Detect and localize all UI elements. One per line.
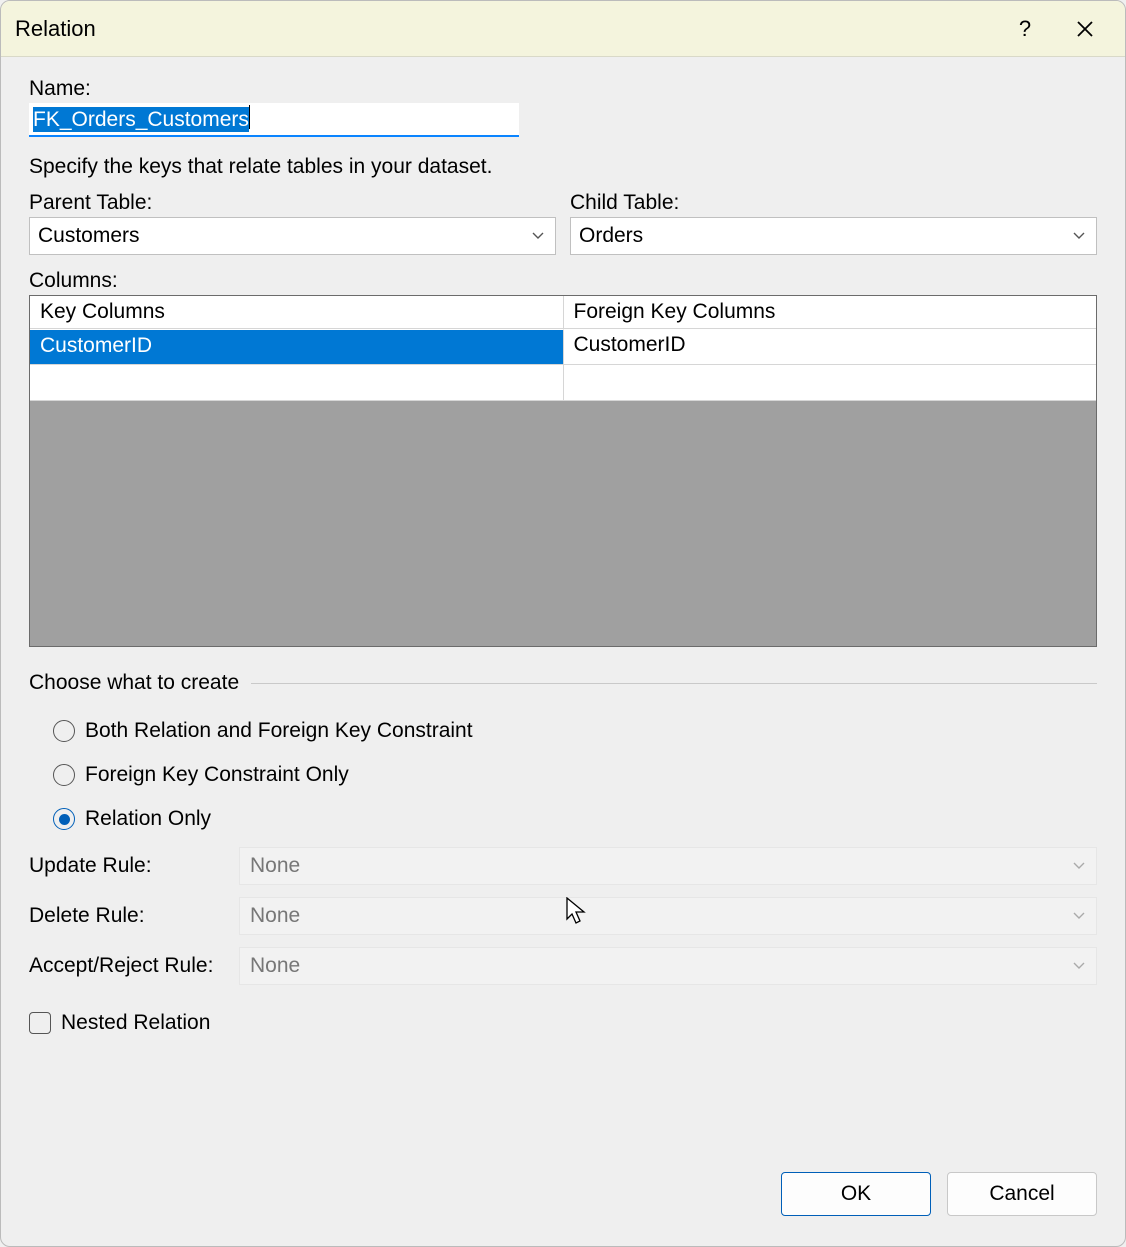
rules-section: Update Rule: None Delete Rule: None Acce… <box>29 847 1097 997</box>
radio-fk-only[interactable]: Foreign Key Constraint Only <box>29 753 1097 797</box>
help-button[interactable]: ? <box>995 9 1055 49</box>
radio-icon <box>53 720 75 742</box>
parent-table-combo[interactable]: Customers <box>29 217 556 255</box>
create-group: Choose what to create Both Relation and … <box>29 671 1097 841</box>
group-title: Choose what to create <box>29 671 239 695</box>
grid-cell-fk[interactable]: CustomerID <box>564 329 1097 365</box>
name-input-selection: FK_Orders_Customers <box>33 107 249 132</box>
radio-both[interactable]: Both Relation and Foreign Key Constraint <box>29 709 1097 753</box>
name-input[interactable]: FK_Orders_Customers <box>29 103 519 137</box>
dialog-title: Relation <box>11 16 995 42</box>
child-table-value: Orders <box>579 224 643 248</box>
grid-cell-key[interactable] <box>30 365 564 401</box>
radio-label: Relation Only <box>85 807 211 831</box>
columns-label: Columns: <box>29 269 1097 293</box>
close-icon <box>1076 20 1094 38</box>
table-row[interactable]: CustomerID CustomerID <box>30 329 1096 365</box>
close-button[interactable] <box>1055 9 1115 49</box>
nested-relation-label: Nested Relation <box>61 1011 210 1035</box>
cancel-button-label: Cancel <box>989 1182 1054 1206</box>
grid-body: CustomerID CustomerID <box>30 329 1096 401</box>
parent-table-label: Parent Table: <box>29 191 556 215</box>
checkbox-icon <box>29 1012 51 1034</box>
tables-row: Parent Table: Customers Child Table: Ord… <box>29 191 1097 255</box>
dialog-buttons: OK Cancel <box>29 1152 1097 1226</box>
titlebar: Relation ? <box>1 1 1125 57</box>
name-label: Name: <box>29 77 1097 101</box>
accept-rule-combo: None <box>239 947 1097 985</box>
delete-rule-value: None <box>250 904 300 928</box>
update-rule-value: None <box>250 854 300 878</box>
relation-dialog: Relation ? Name: FK_Orders_Customers Spe… <box>0 0 1126 1247</box>
table-row[interactable] <box>30 365 1096 401</box>
radio-icon <box>53 808 75 830</box>
accept-rule-value: None <box>250 954 300 978</box>
grid-cell-key[interactable]: CustomerID <box>30 329 564 365</box>
child-table-combo[interactable]: Orders <box>570 217 1097 255</box>
grid-header: Key Columns Foreign Key Columns <box>30 296 1096 329</box>
text-caret <box>249 105 250 129</box>
update-rule-combo: None <box>239 847 1097 885</box>
help-icon: ? <box>1019 16 1031 42</box>
grid-header-key[interactable]: Key Columns <box>30 296 564 329</box>
grid-cell-fk[interactable] <box>564 365 1097 401</box>
delete-rule-combo: None <box>239 897 1097 935</box>
chevron-down-icon <box>531 229 545 243</box>
parent-table-value: Customers <box>38 224 140 248</box>
instruction-text: Specify the keys that relate tables in y… <box>29 155 1097 179</box>
chevron-down-icon <box>1072 859 1086 873</box>
dialog-content: Name: FK_Orders_Customers Specify the ke… <box>1 57 1125 1246</box>
radio-label: Foreign Key Constraint Only <box>85 763 349 787</box>
cancel-button[interactable]: Cancel <box>947 1172 1097 1216</box>
accept-rule-label: Accept/Reject Rule: <box>29 954 239 978</box>
ok-button-label: OK <box>841 1182 871 1206</box>
radio-icon <box>53 764 75 786</box>
ok-button[interactable]: OK <box>781 1172 931 1216</box>
delete-rule-label: Delete Rule: <box>29 904 239 928</box>
update-rule-label: Update Rule: <box>29 854 239 878</box>
radio-relation-only[interactable]: Relation Only <box>29 797 1097 841</box>
radio-label: Both Relation and Foreign Key Constraint <box>85 719 473 743</box>
grid-header-fk[interactable]: Foreign Key Columns <box>564 296 1097 329</box>
nested-relation-check[interactable]: Nested Relation <box>29 1001 1097 1045</box>
chevron-down-icon <box>1072 909 1086 923</box>
chevron-down-icon <box>1072 959 1086 973</box>
group-divider <box>251 683 1097 684</box>
chevron-down-icon <box>1072 229 1086 243</box>
columns-grid[interactable]: Key Columns Foreign Key Columns Customer… <box>29 295 1097 647</box>
child-table-label: Child Table: <box>570 191 1097 215</box>
group-header: Choose what to create <box>29 671 1097 695</box>
